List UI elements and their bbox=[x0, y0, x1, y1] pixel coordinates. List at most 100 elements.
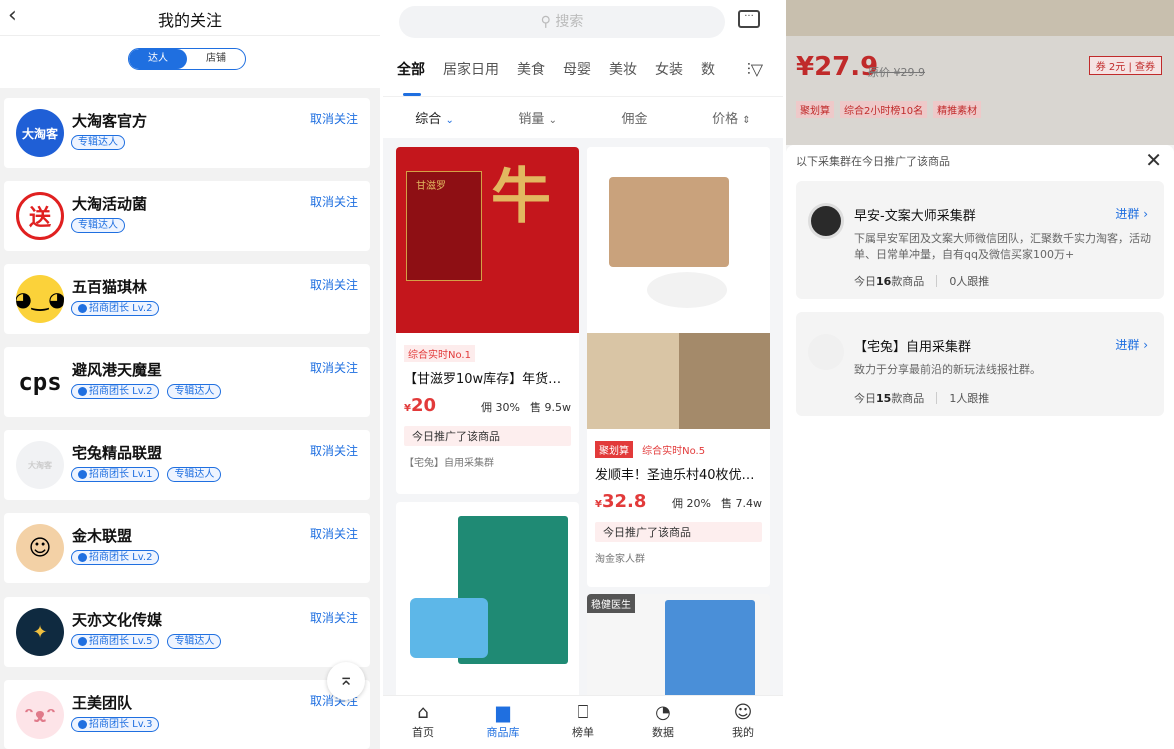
group-name: 早安-文案大师采集群 bbox=[854, 209, 976, 224]
join-group-button[interactable]: 进群 › bbox=[1115, 205, 1148, 222]
coupon-button[interactable]: 券 2元 | 查券 bbox=[1088, 56, 1162, 75]
follow-row[interactable]: cps 避风港天魔星 招商团长 Lv.2 专辑达人 取消关注 bbox=[4, 347, 370, 417]
tab-label: 榜单 bbox=[572, 726, 594, 739]
product-card[interactable] bbox=[396, 502, 579, 702]
verified-icon bbox=[78, 304, 87, 313]
sort-overall[interactable]: 综合 ⌄ bbox=[415, 108, 454, 127]
tab-rank-nav[interactable]: ⎕ 榜单 bbox=[543, 696, 623, 749]
group-card[interactable]: 早安-文案大师采集群 进群 › 下属早安军团及文案大师微信团队，汇聚数千实力淘客… bbox=[796, 181, 1164, 299]
tab-mine-nav[interactable]: ☺ 我的 bbox=[703, 696, 783, 749]
tab-home[interactable]: 居家日用 bbox=[443, 52, 499, 96]
filter-icon[interactable]: ⫶▽ bbox=[742, 60, 763, 80]
tab-all[interactable]: 全部 bbox=[397, 52, 425, 96]
follow-name: 避风港天魔星 bbox=[72, 361, 163, 379]
unfollow-button[interactable]: 取消关注 bbox=[310, 609, 358, 626]
verified-icon bbox=[78, 720, 87, 729]
product-title: 发顺丰！圣迪乐村40枚优… bbox=[595, 468, 755, 483]
segment-bar: 达人 店铺 bbox=[0, 36, 380, 88]
group-stats: 今日15款商品 1人跟推 bbox=[854, 390, 989, 406]
tab-home-nav[interactable]: ⌂ 首页 bbox=[383, 696, 463, 749]
tab-data-nav[interactable]: ◔ 数据 bbox=[623, 696, 703, 749]
follow-row[interactable]: ✦ 天亦文化传媒 招商团长 Lv.5 专辑达人 取消关注 bbox=[4, 597, 370, 667]
search-input[interactable]: ⚲ 搜索 bbox=[399, 6, 725, 38]
tag-badge: 专辑达人 bbox=[71, 135, 125, 150]
back-to-top-icon[interactable]: ⌅ bbox=[327, 662, 365, 700]
avatar: 送 bbox=[16, 192, 64, 240]
join-group-button[interactable]: 进群 › bbox=[1115, 336, 1148, 353]
tab-digital[interactable]: 数 bbox=[701, 52, 715, 96]
verified-icon bbox=[78, 470, 87, 479]
tab-label: 商品库 bbox=[486, 726, 520, 739]
unfollow-button[interactable]: 取消关注 bbox=[310, 442, 358, 459]
pie-chart-icon: ◔ bbox=[655, 702, 671, 723]
sort-price[interactable]: 价格 ⇕ bbox=[712, 108, 751, 127]
tag-badge: 招商团长 Lv.1 bbox=[71, 467, 160, 482]
message-icon[interactable]: ··· bbox=[738, 10, 760, 28]
divider bbox=[936, 392, 938, 404]
segment-store[interactable]: 店铺 bbox=[187, 49, 245, 69]
unfollow-button[interactable]: 取消关注 bbox=[310, 110, 358, 127]
promo-banner: 今日推广了该商品 bbox=[404, 426, 571, 446]
unfollow-button[interactable]: 取消关注 bbox=[310, 193, 358, 210]
follow-name: 宅兔精品联盟 bbox=[72, 444, 163, 462]
close-icon[interactable]: ✕ bbox=[1145, 148, 1162, 172]
product-library-panel: ⚲ 搜索 ··· 全部 居家日用 美食 母婴 美妆 女装 数 ⫶▽ 综合 ⌄ 销… bbox=[383, 0, 783, 749]
follow-name: 王美团队 bbox=[72, 694, 133, 712]
follow-name: 金木联盟 bbox=[72, 527, 133, 545]
sort-sales[interactable]: 销量 ⌄ bbox=[518, 108, 557, 127]
sold-count: 售 7.4w bbox=[721, 497, 762, 510]
follow-row[interactable]: ☺ 金木联盟 招商团长 Lv.2 取消关注 bbox=[4, 513, 370, 583]
follow-row[interactable]: ◕‿◕ 五百猫琪林 招商团长 Lv.2 取消关注 bbox=[4, 264, 370, 334]
group-name: 【宅兔】自用采集群 bbox=[854, 340, 972, 355]
tab-baby[interactable]: 母婴 bbox=[563, 52, 591, 96]
product-image: 牛 甘滋罗 bbox=[396, 147, 579, 333]
tag-text: 招商团长 Lv.2 bbox=[89, 552, 153, 563]
group-avatar bbox=[808, 334, 844, 370]
group-name: 淘金家人群 bbox=[595, 554, 645, 565]
detail-tag: 聚划算 bbox=[796, 101, 834, 118]
chevron-down-icon: ⌄ bbox=[548, 115, 557, 126]
unfollow-button[interactable]: 取消关注 bbox=[310, 359, 358, 376]
sort-label: 销量 bbox=[518, 112, 545, 127]
tag-badge: 招商团长 Lv.2 bbox=[71, 550, 160, 565]
unfollow-button[interactable]: 取消关注 bbox=[310, 276, 358, 293]
group-description: 致力于分享最前沿的新玩法线报社群。 bbox=[854, 363, 1041, 376]
price-value: 32.8 bbox=[601, 491, 647, 512]
product-card[interactable]: 牛 甘滋罗 综合实时No.1 【甘滋罗10w库存】年货… ¥20 佣 30% 售… bbox=[396, 147, 579, 494]
avatar: 大淘客 bbox=[16, 441, 64, 489]
tab-women[interactable]: 女装 bbox=[655, 52, 683, 96]
tab-label: 数据 bbox=[652, 726, 674, 739]
card-body: 聚划算 综合实时No.5 发顺丰！圣迪乐村40枚优… ¥32.8 佣 20% 售… bbox=[587, 429, 770, 565]
detail-price: ¥27.9 bbox=[796, 52, 879, 82]
tab-library-nav[interactable]: ▆ 商品库 bbox=[463, 696, 543, 749]
sort-label: 价格 bbox=[712, 112, 739, 127]
juhuasuan-tag: 聚划算 bbox=[595, 441, 633, 458]
cartoon-avatar-icon: ☺ bbox=[16, 524, 64, 572]
product-title: 【甘滋罗10w库存】年货… bbox=[404, 372, 562, 387]
product-card[interactable]: 聚划算 综合实时No.5 发顺丰！圣迪乐村40枚优… ¥32.8 佣 20% 售… bbox=[587, 147, 770, 587]
follow-row[interactable]: 大淘客 宅兔精品联盟 招商团长 Lv.1 专辑达人 取消关注 bbox=[4, 430, 370, 500]
today-count: 今日15款商品 bbox=[854, 390, 924, 406]
tag-badge: 专辑达人 bbox=[167, 634, 222, 649]
group-card[interactable]: 【宅兔】自用采集群 进群 › 致力于分享最前沿的新玩法线报社群。 今日15款商品… bbox=[796, 312, 1164, 416]
follow-row[interactable]: 送 大淘活动菌 专辑达人 取消关注 bbox=[4, 181, 370, 251]
tab-food[interactable]: 美食 bbox=[517, 52, 545, 96]
unfollow-button[interactable]: 取消关注 bbox=[310, 525, 358, 542]
bookmark-icon: ⎕ bbox=[577, 702, 589, 723]
product-price: ¥32.8 bbox=[595, 491, 647, 512]
tag-list: 招商团长 Lv.2 专辑达人 bbox=[71, 384, 222, 399]
search-icon: ⚲ bbox=[540, 14, 551, 30]
tab-beauty[interactable]: 美妆 bbox=[609, 52, 637, 96]
image-half bbox=[678, 333, 770, 429]
tag-badge: 招商团长 Lv.2 bbox=[71, 301, 160, 316]
rank-tag: 综合实时No.5 bbox=[642, 446, 706, 457]
segment-talent[interactable]: 达人 bbox=[129, 49, 187, 69]
logo-avatar-icon: ✦ bbox=[16, 608, 64, 656]
follow-row[interactable]: 大淘客 大淘客官方 专辑达人 取消关注 bbox=[4, 98, 370, 168]
verified-icon bbox=[78, 387, 87, 396]
sort-commission[interactable]: 佣金 bbox=[622, 108, 648, 127]
detail-tag: 综合2小时榜10名 bbox=[840, 101, 928, 118]
product-card[interactable]: 稳健医生 bbox=[587, 594, 770, 704]
follow-row[interactable]: ᵔᴥᵔ 王美团队 招商团长 Lv.3 取消关注 bbox=[4, 680, 370, 749]
tag-badge: 招商团长 Lv.5 bbox=[71, 634, 160, 649]
